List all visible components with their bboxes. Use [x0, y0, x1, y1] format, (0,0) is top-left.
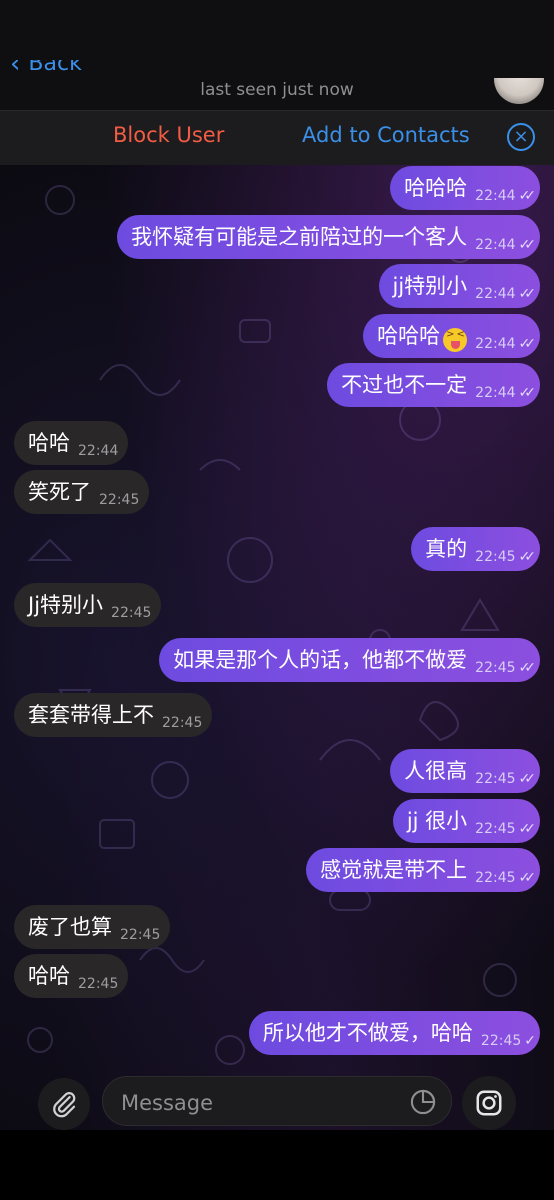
- message-text: Jj特别小: [28, 593, 104, 617]
- unknown-contact-banner: Block User Add to Contacts ×: [0, 110, 554, 165]
- message-time: 22:45: [162, 715, 203, 731]
- message-text: 哈哈: [28, 964, 70, 988]
- message-time: 22:44: [475, 237, 516, 253]
- message-time: 22:45: [475, 870, 516, 886]
- camera-icon: [476, 1090, 502, 1116]
- message-time: 22:45: [111, 605, 152, 621]
- single-check-icon: ✓: [524, 1033, 535, 1049]
- last-seen-status: last seen just now: [200, 80, 354, 100]
- message-time: 22:44: [475, 336, 516, 352]
- tongue-emoji-icon: [443, 328, 468, 352]
- outgoing-message[interactable]: 如果是那个人的话，他都不做爱 22:45 ✓✓: [159, 638, 540, 682]
- message-time: 22:45: [78, 976, 119, 992]
- avatar[interactable]: [494, 78, 544, 104]
- message-text: 哈哈哈: [377, 324, 441, 348]
- message-time: 22:45: [475, 821, 516, 837]
- outgoing-message[interactable]: 不过也不一定 22:44 ✓✓: [327, 363, 540, 407]
- outgoing-message[interactable]: 感觉就是带不上 22:45 ✓✓: [306, 848, 540, 892]
- message-text: jj 很小: [406, 809, 468, 833]
- incoming-message[interactable]: 哈哈 22:45: [14, 954, 129, 998]
- double-check-icon: ✓✓: [518, 188, 537, 204]
- block-user-button[interactable]: Block User: [113, 123, 224, 147]
- message-text: 哈哈哈: [404, 176, 468, 200]
- message-text: 所以他才不做爱，哈哈: [262, 1021, 473, 1045]
- incoming-message[interactable]: 套套带得上不 22:45: [14, 693, 213, 737]
- outgoing-message[interactable]: 哈哈哈 22:44✓✓: [363, 314, 540, 358]
- message-text: 套套带得上不: [28, 703, 154, 727]
- message-time: 22:45: [99, 492, 140, 508]
- message-time: 22:45: [475, 549, 516, 565]
- outgoing-message[interactable]: 真的 22:45 ✓✓: [411, 527, 540, 571]
- double-check-icon: ✓✓: [518, 385, 537, 401]
- chat-header: ‹ Back last seen just now: [0, 0, 554, 110]
- back-label: Back: [28, 60, 82, 76]
- incoming-message[interactable]: 废了也算 22:45: [14, 905, 171, 949]
- double-check-icon: ✓✓: [518, 336, 537, 352]
- message-field[interactable]: [102, 1076, 452, 1126]
- double-check-icon: ✓✓: [518, 237, 537, 253]
- message-text: 废了也算: [28, 915, 112, 939]
- message-text: jj特别小: [392, 274, 468, 298]
- message-time: 22:45: [480, 1033, 522, 1049]
- close-icon[interactable]: ×: [507, 123, 535, 151]
- outgoing-message[interactable]: 人很高 22:45 ✓✓: [390, 749, 540, 793]
- double-check-icon: ✓✓: [518, 660, 537, 676]
- message-text: 人很高: [404, 759, 468, 783]
- message-time: 22:44: [475, 385, 516, 401]
- paperclip-icon: [53, 1092, 76, 1118]
- outgoing-message[interactable]: jj 很小 22:45 ✓✓: [392, 799, 540, 843]
- incoming-message[interactable]: 笑死了 22:45: [14, 470, 150, 514]
- message-time: 22:44: [475, 188, 516, 204]
- composer-bar: [0, 1070, 554, 1130]
- incoming-message[interactable]: Jj特别小 22:45: [14, 583, 162, 627]
- message-text: 如果是那个人的话，他都不做爱: [173, 648, 468, 672]
- outgoing-message[interactable]: 所以他才不做爱，哈哈 22:45 ✓: [248, 1011, 540, 1055]
- message-time: 22:44: [78, 443, 119, 459]
- double-check-icon: ✓✓: [518, 549, 537, 565]
- sticker-icon[interactable]: [409, 1088, 437, 1116]
- outgoing-message[interactable]: 我怀疑有可能是之前陪过的一个客人 22:44 ✓✓: [117, 215, 540, 259]
- message-time: 22:45: [475, 660, 516, 676]
- message-time: 22:45: [120, 927, 161, 943]
- message-time: 22:44: [475, 286, 516, 302]
- message-time: 22:45: [475, 771, 516, 787]
- outgoing-message[interactable]: jj特别小 22:44 ✓✓: [378, 264, 540, 308]
- message-text: 笑死了: [28, 480, 91, 504]
- message-text: 真的: [425, 537, 468, 561]
- bottom-safe-area: [0, 1130, 554, 1200]
- outgoing-message[interactable]: 哈哈哈 22:44✓✓: [390, 166, 540, 210]
- message-text: 感觉就是带不上: [320, 858, 468, 882]
- incoming-message[interactable]: 哈哈 22:44: [14, 421, 129, 465]
- double-check-icon: ✓✓: [518, 870, 537, 886]
- message-input[interactable]: [119, 1087, 393, 1119]
- camera-button[interactable]: [462, 1076, 516, 1130]
- double-check-icon: ✓✓: [518, 821, 537, 837]
- double-check-icon: ✓✓: [518, 286, 537, 302]
- message-text: 我怀疑有可能是之前陪过的一个客人: [131, 225, 468, 249]
- double-check-icon: ✓✓: [518, 771, 537, 787]
- attach-button[interactable]: [38, 1078, 90, 1130]
- add-to-contacts-button[interactable]: Add to Contacts: [302, 123, 470, 147]
- message-text: 不过也不一定: [341, 373, 468, 397]
- chevron-left-icon: ‹: [10, 60, 21, 79]
- message-text: 哈哈: [28, 431, 70, 455]
